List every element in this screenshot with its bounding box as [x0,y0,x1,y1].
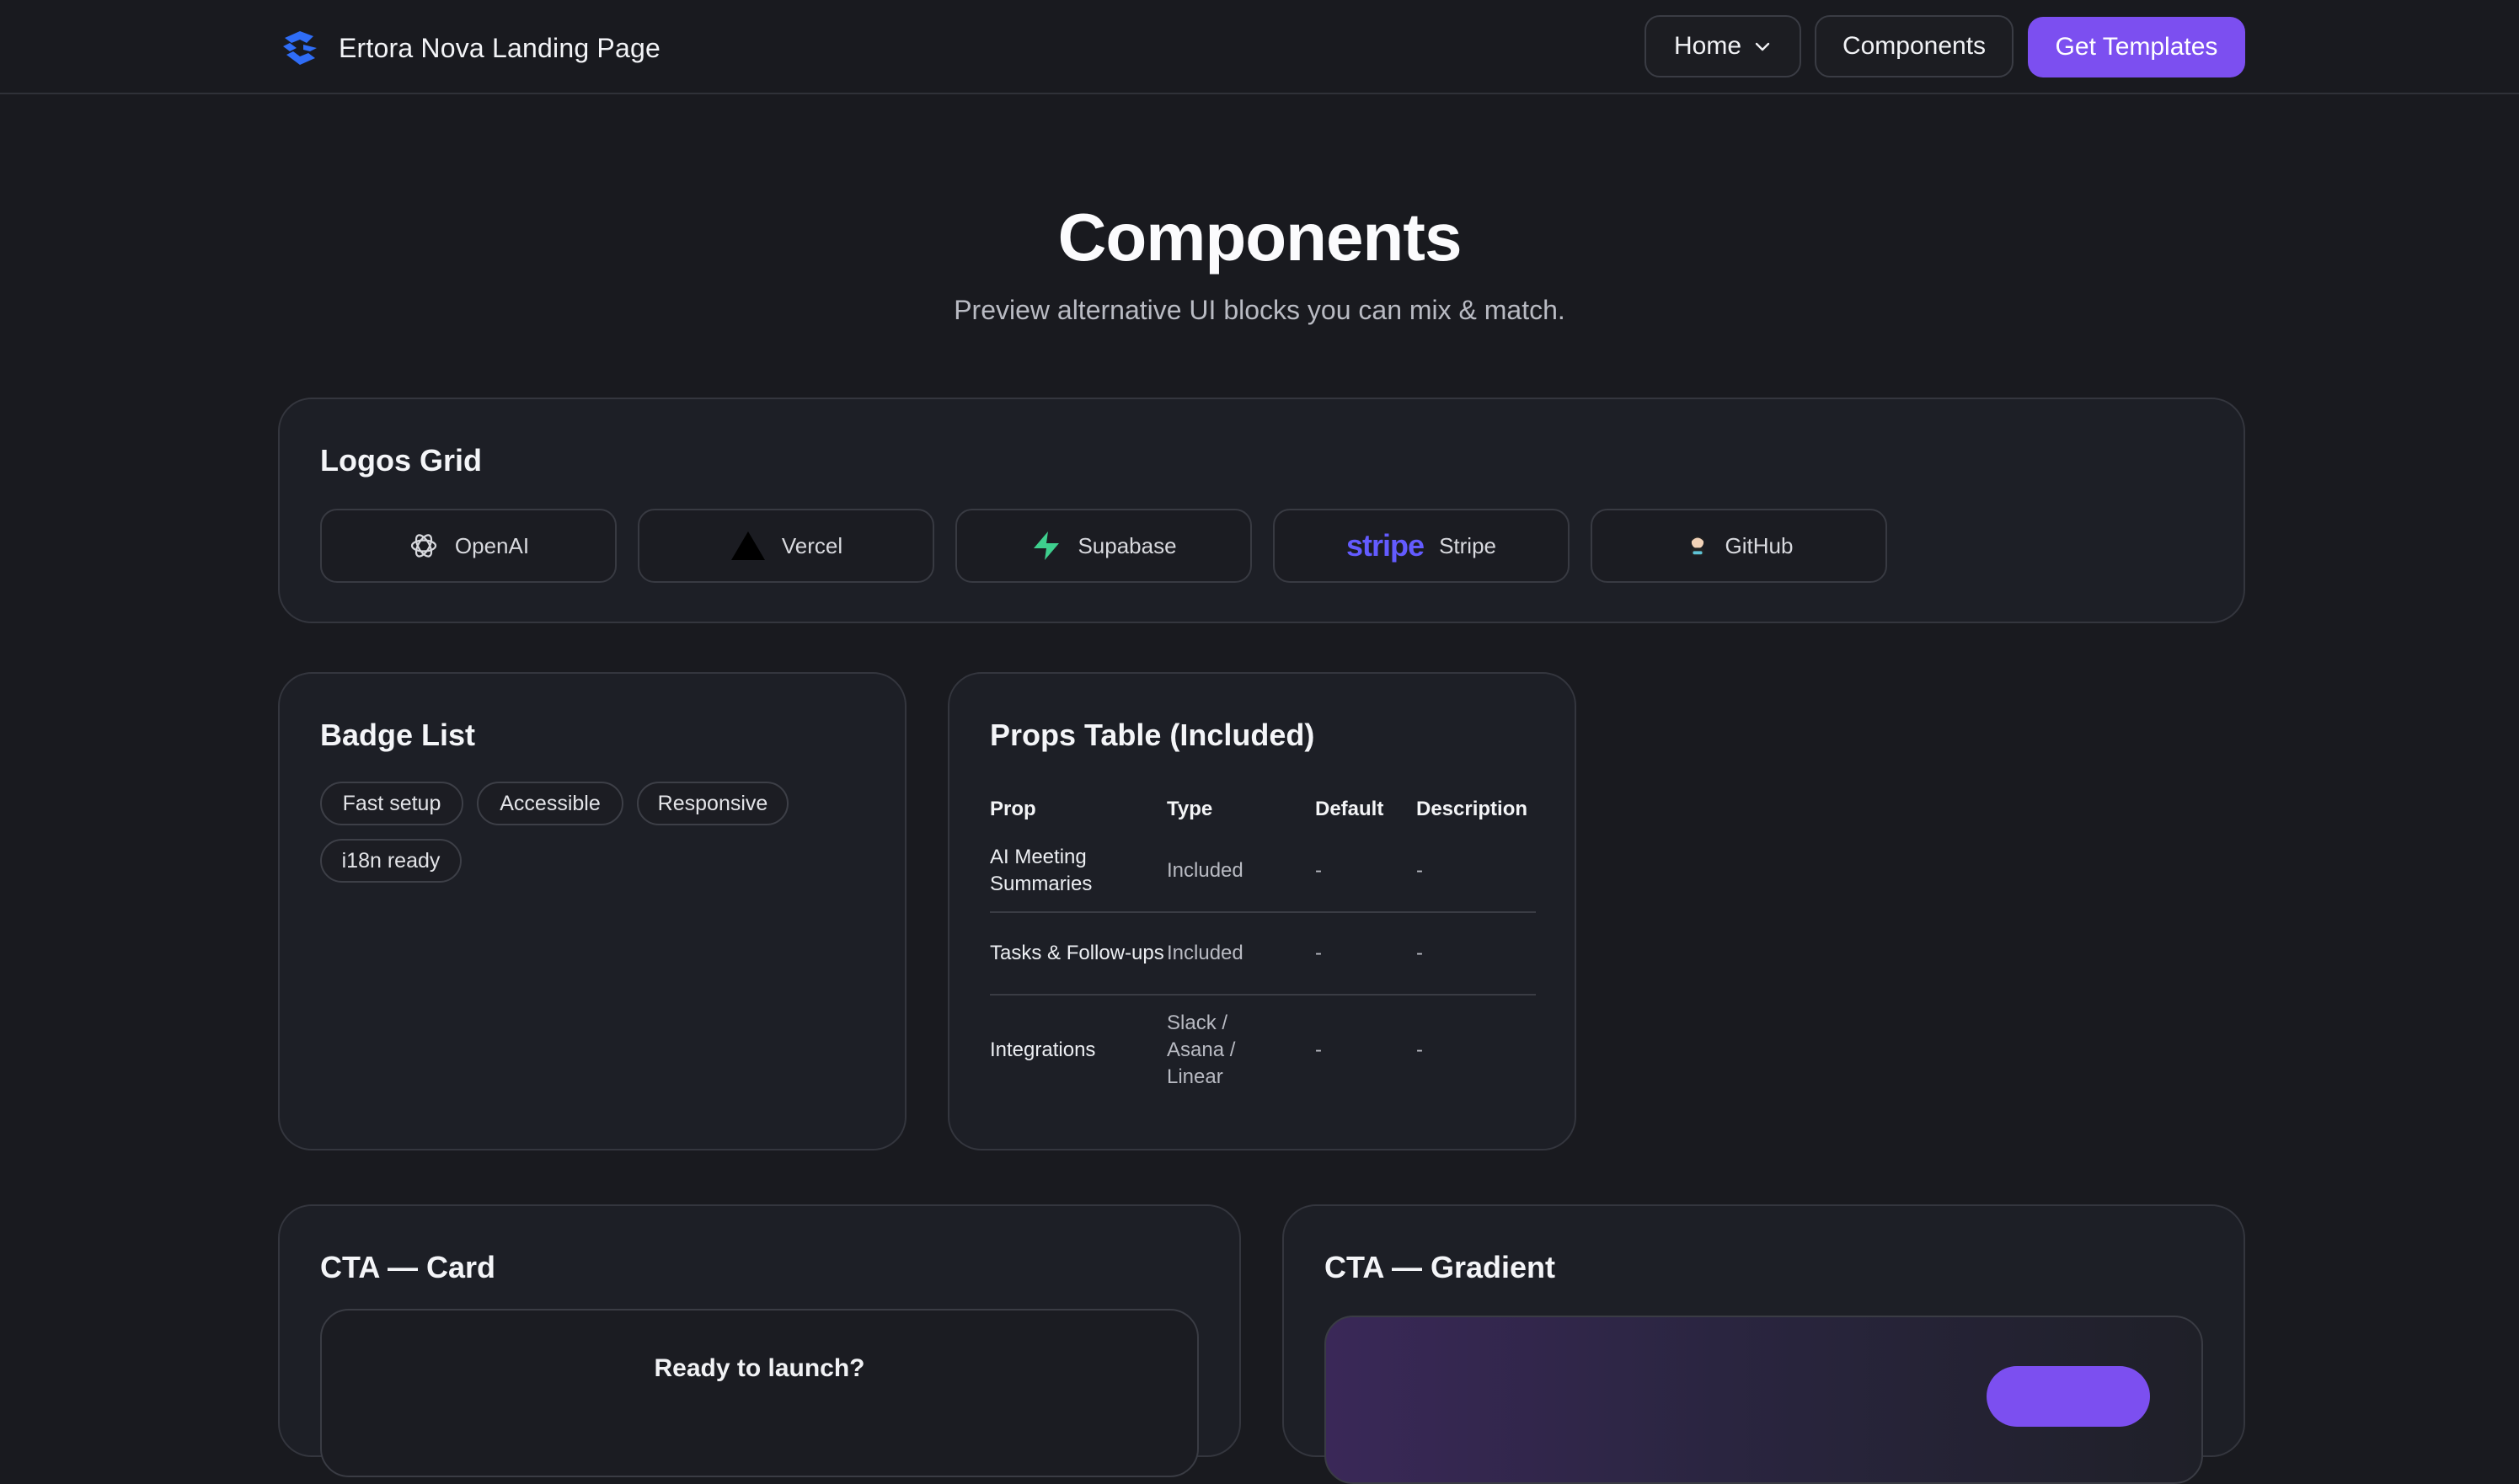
default-cell: - [1315,912,1416,996]
props-table-title: Props Table (Included) [990,718,1315,752]
page-title: Components [1057,200,1463,275]
description-cell: - [1416,830,1536,913]
logo-tile-github[interactable]: GitHub [1591,509,1887,583]
default-cell: - [1315,1038,1322,1061]
brand[interactable]: Ertora Nova Landing Page [278,25,661,71]
github-logo-icon [1690,536,1704,556]
cta-gradient-button[interactable] [1987,1366,2150,1427]
default-cell: - [1315,830,1416,913]
logos-grid-title: Logos Grid [320,443,482,478]
props-table-card: Props Table (Included) Prop Type Default… [948,672,1576,1150]
badge-list-card: Badge List Fast setup Accessible Respons… [278,672,907,1150]
cta-card-title: CTA — Card [320,1250,496,1284]
nav-components-label: Components [1842,32,1987,60]
stripe-logo-icon: stripe [1346,528,1425,563]
brand-name: Ertora Nova Landing Page [339,32,661,63]
logo-tile-stripe[interactable]: stripe Stripe [1273,509,1570,583]
cta-gradient-section: CTA — Gradient [1282,1204,2245,1484]
table-row: AI Meeting Summaries Included - - [990,830,1536,913]
openai-logo-icon [410,534,437,558]
cta-card-panel: Ready to launch? [320,1309,1199,1477]
cta-card-heading: Ready to launch? [654,1354,865,1382]
vercel-logo-icon [730,531,765,560]
column-header: Description [1416,798,1528,820]
cta-card-section: CTA — Card Ready to launch? [278,1204,1241,1477]
nav-components-button[interactable]: Components [1815,15,2014,77]
column-header: Type [1167,798,1213,820]
badge-list-title: Badge List [320,718,476,752]
logo-tile-supabase[interactable]: Supabase [955,509,1252,583]
badge: Responsive [637,782,789,825]
badge: Fast setup [320,782,463,825]
prop-cell: Tasks & Follow-ups [990,912,1167,996]
top-navigation-bar: Ertora Nova Landing Page Home Components… [0,0,2519,94]
logo-label-openai: OpenAI [454,532,530,558]
type-cell: Included [1167,912,1315,996]
get-templates-label: Get Templates [2055,33,2218,61]
cta-gradient-title: CTA — Gradient [1324,1250,1556,1284]
column-header: Default [1315,798,1384,820]
chevron-down-icon [1755,42,1770,51]
logo-label-stripe: Stripe [1439,532,1496,558]
nav-home-dropdown[interactable]: Home [1645,15,1801,77]
description-cell: - [1416,912,1536,996]
logo-label-supabase: Supabase [1078,532,1177,558]
logo-label-vercel: Vercel [781,532,843,558]
prop-cell: AI Meeting Summaries [990,830,1167,913]
logos-grid-card: Logos Grid OpenAI Vercel Supabase stripe… [278,398,2245,623]
table-row: Integrations Slack / Asana / Linear - - [990,995,1536,1105]
table-row: Tasks & Follow-ups Included - - [990,912,1536,996]
cta-gradient-panel [1324,1316,2203,1484]
page-subtitle: Preview alternative UI blocks you can mi… [954,295,1565,325]
description-cell: - [1416,1038,1423,1061]
table-header-row: Prop Type Default Description [990,788,1536,830]
logo-label-github: GitHub [1725,532,1794,558]
column-header: Prop [990,798,1036,820]
props-table: Prop Type Default Description AI Meeting… [990,788,1536,1105]
brand-logo-icon [283,31,317,65]
get-templates-button[interactable]: Get Templates [2028,17,2245,77]
logo-tile-openai[interactable]: OpenAI [320,509,617,583]
nav-home-label: Home [1673,32,1742,60]
type-cell: Included [1167,830,1315,913]
badge: i18n ready [320,839,462,883]
supabase-logo-icon [1034,531,1060,560]
prop-cell: Integrations [990,1038,1096,1061]
badge: Accessible [477,782,623,825]
type-cell: Slack / Asana / Linear [1167,1012,1236,1088]
logo-tile-vercel[interactable]: Vercel [638,509,934,583]
